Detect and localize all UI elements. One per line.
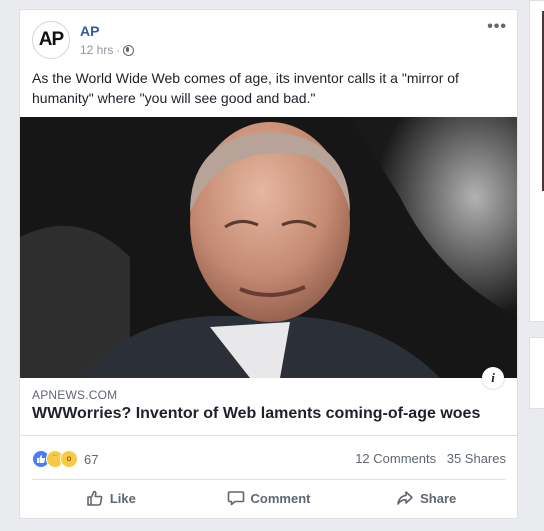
comment-label: Comment [250,490,311,506]
link-domain: APNEWS.COM [32,388,118,402]
link-preview[interactable]: APNEWS.COM WWWorries? Inventor of Web la… [20,378,517,436]
link-title[interactable]: WWWorries? Inventor of Web laments comin… [32,405,480,423]
post-timestamp[interactable]: 12 hrs [80,43,113,57]
like-button[interactable]: Like [32,480,190,516]
more-options-icon[interactable]: ••• [487,18,507,36]
link-preview-image[interactable] [20,117,517,378]
like-label: Like [109,490,136,506]
page-name-link[interactable]: AP [80,23,99,39]
engagement-counts: 12 Comments 35 Shares [355,451,506,466]
adjacent-card-2 [529,337,544,409]
share-button[interactable]: Share [347,480,505,516]
post-meta: 12 hrs · [80,43,135,57]
globe-icon[interactable] [123,44,135,56]
share-label: Share [420,490,457,506]
adjacent-card [529,0,544,322]
thumbs-up-icon [87,490,103,506]
share-icon [397,491,413,505]
shares-count[interactable]: 35 Shares [447,451,506,466]
post-card: AP AP 12 hrs · ••• As the World Wide Web… [19,9,518,519]
reaction-count[interactable]: 67 [84,452,98,467]
avatar[interactable]: AP [32,21,70,59]
post-text: As the World Wide Web comes of age, its … [32,70,459,106]
reaction-summary[interactable]: ˙˙ o 67 [32,450,98,468]
action-bar: Like Comment Share [32,479,505,516]
comment-icon [227,491,244,506]
comment-button[interactable]: Comment [190,480,348,516]
wow-reaction-icon: o [60,450,78,468]
meta-separator: · [116,43,121,57]
comments-count[interactable]: 12 Comments [355,451,436,466]
avatar-logo: AP [38,29,64,50]
